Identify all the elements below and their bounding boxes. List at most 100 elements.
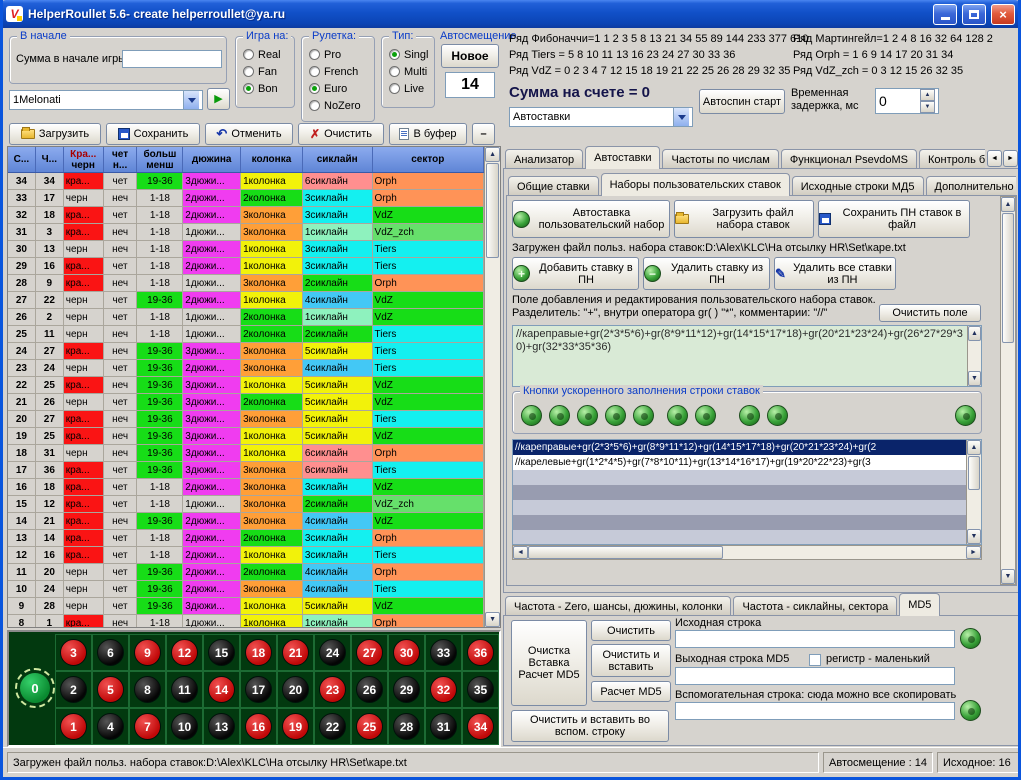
board-cell-26[interactable]: 26 <box>351 671 388 708</box>
board-cell-3[interactable]: 3 <box>55 634 92 671</box>
main-tab-1[interactable]: Анализатор <box>505 149 583 169</box>
sub-tab-3[interactable]: Исходные строки МД5 <box>792 176 924 196</box>
start-sum-input[interactable] <box>122 50 222 68</box>
autospin-start-button[interactable]: Автоспин старт <box>699 89 785 114</box>
radio-option-euro[interactable]: Euro <box>309 80 361 97</box>
table-row[interactable]: 262чернчет1-181дюжи...2колонка1сиклайнVd… <box>8 309 484 326</box>
radio-option-bon[interactable]: Bon <box>243 80 281 97</box>
board-cell-11[interactable]: 11 <box>166 671 203 708</box>
set-list-item-1[interactable]: //кареправые+gr(2*3*5*6)+gr(8*9*11*12)+g… <box>513 440 966 455</box>
table-row[interactable]: 1024чернчет19-362дюжи...3колонка4сиклайн… <box>8 581 484 598</box>
radio-option-nozero[interactable]: NoZero <box>309 97 361 114</box>
table-row[interactable]: 1512кра...чет1-181дюжи...3колонка2сиклай… <box>8 496 484 513</box>
table-row[interactable]: 81кра...неч1-181дюжи...1колонка1сиклайнO… <box>8 615 484 627</box>
main-tab-5[interactable]: Контроль банкрота <box>919 149 985 169</box>
radio-circle[interactable] <box>389 66 400 77</box>
scroll-left-button[interactable]: ◄ <box>513 546 528 559</box>
table-row[interactable]: 1314кра...чет1-182дюжи...2колонка3сиклай… <box>8 530 484 547</box>
board-cell-10[interactable]: 10 <box>166 708 203 745</box>
table-row[interactable]: 1421кра...неч19-362дюжи...3колонка4сикла… <box>8 513 484 530</box>
scrollbar-thumb[interactable] <box>1002 213 1014 343</box>
table-row[interactable]: 2126чернчет19-363дюжи...2колонка5сиклайн… <box>8 394 484 411</box>
bet-set-list[interactable]: //кареправые+gr(2*3*5*6)+gr(8*9*11*12)+g… <box>512 439 982 545</box>
quick-fill-button-3[interactable] <box>577 405 598 426</box>
scroll-down-button[interactable]: ▼ <box>968 371 981 386</box>
delete-all-bets-button[interactable]: ✎ Удалить все ставки из ПН <box>774 257 896 290</box>
board-cell-zero[interactable]: 0 <box>20 673 50 703</box>
board-cell-17[interactable]: 17 <box>240 671 277 708</box>
autobet-mode-combobox[interactable]: Автоставки <box>509 107 693 127</box>
bet-formula-text[interactable]: //кареправые+gr(2*3*5*6)+gr(8*9*11*12)+g… <box>513 326 967 386</box>
board-cell-16[interactable]: 16 <box>240 708 277 745</box>
md5-source-input[interactable] <box>675 630 955 648</box>
radio-circle[interactable] <box>309 66 320 77</box>
radio-circle[interactable] <box>243 49 254 60</box>
delay-spinner[interactable]: 0 ▲ ▼ <box>875 88 939 114</box>
scroll-up-button[interactable]: ▲ <box>1001 197 1015 212</box>
table-scrollbar[interactable]: ▲ ▼ <box>484 147 500 627</box>
board-cell-24[interactable]: 24 <box>314 634 351 671</box>
scroll-down-button[interactable]: ▼ <box>1001 569 1015 584</box>
autobet-user-set-button[interactable]: Автоставка пользовательский набор <box>512 200 670 238</box>
table-row[interactable]: 2427кра...неч19-363дюжи...3колонка5сикла… <box>8 343 484 360</box>
board-cell-7[interactable]: 7 <box>129 708 166 745</box>
quick-fill-button-5[interactable] <box>633 405 654 426</box>
load-button[interactable]: Загрузить <box>9 123 101 145</box>
board-cell-8[interactable]: 8 <box>129 671 166 708</box>
board-cell-22[interactable]: 22 <box>314 708 351 745</box>
md5-big-button[interactable]: Очистка Вставка Расчет MD5 <box>511 620 587 706</box>
radio-circle[interactable] <box>309 100 320 111</box>
to-buffer-button[interactable]: В буфер <box>389 123 467 145</box>
table-row[interactable]: 1736кра...чет19-363дюжи...3колонка6сикла… <box>8 462 484 479</box>
list-h-scrollbar[interactable]: ◄ ► <box>512 545 982 560</box>
scrollbar-thumb[interactable] <box>968 456 980 490</box>
scroll-right-button[interactable]: ► <box>966 546 981 559</box>
dropdown-arrow-icon[interactable] <box>183 91 199 109</box>
scroll-up-button[interactable]: ▲ <box>968 326 981 341</box>
radio-circle[interactable] <box>309 49 320 60</box>
dropdown-arrow-icon[interactable] <box>673 108 689 126</box>
quick-fill-button-8[interactable] <box>739 405 760 426</box>
bottom-tab-1[interactable]: Частота - Zero, шансы, дюжины, колонки <box>505 596 731 616</box>
table-row[interactable]: 1216кра...чет1-182дюжи...1колонка3сиклай… <box>8 547 484 564</box>
table-row[interactable]: 1831черннеч19-363дюжи...1колонка6сиклайн… <box>8 445 484 462</box>
tabs-scroll-left-button[interactable]: ◄ <box>987 150 1002 167</box>
main-tab-2[interactable]: Автоставки <box>585 146 660 169</box>
bottom-tab-2[interactable]: Частота - сиклайны, сектора <box>733 596 897 616</box>
autoshift-new-button[interactable]: Новое <box>441 44 499 68</box>
radio-option-multi[interactable]: Multi <box>389 63 428 80</box>
play-button[interactable]: ▶ <box>207 88 230 110</box>
board-cell-30[interactable]: 30 <box>388 634 425 671</box>
clear-button[interactable]: ✗Очистить <box>298 123 384 145</box>
panel-scrollbar[interactable]: ▲ ▼ <box>1000 196 1016 585</box>
quick-fill-button-6[interactable] <box>667 405 688 426</box>
table-row[interactable]: 1618кра...чет1-182дюжи...3колонка3сиклай… <box>8 479 484 496</box>
quick-fill-button-7[interactable] <box>695 405 716 426</box>
board-cell-32[interactable]: 32 <box>425 671 462 708</box>
table-row[interactable]: 2511черннеч1-181дюжи...2колонка2сиклайнT… <box>8 326 484 343</box>
table-row[interactable]: 2027кра...неч19-363дюжи...3колонка5сикла… <box>8 411 484 428</box>
radio-circle[interactable] <box>389 49 400 60</box>
scrollbar-thumb[interactable] <box>486 163 499 258</box>
quick-fill-button-2[interactable] <box>549 405 570 426</box>
register-checkbox[interactable] <box>809 654 821 666</box>
table-row[interactable]: 289кра...неч1-181дюжи...3колонка2сиклайн… <box>8 275 484 292</box>
board-cell-33[interactable]: 33 <box>425 634 462 671</box>
delete-bet-button[interactable]: Удалить ставку из ПН <box>643 257 770 290</box>
table-header[interactable]: С... Ч... Кра...черн четн... большменш д… <box>8 147 484 173</box>
board-cell-9[interactable]: 9 <box>129 634 166 671</box>
board-cell-19[interactable]: 19 <box>277 708 314 745</box>
undo-button[interactable]: ↶Отменить <box>205 123 293 145</box>
tabs-scroll-right-button[interactable]: ► <box>1003 150 1018 167</box>
set-list-item-2[interactable]: //карелевые+gr(1*2*4*5)+gr(7*8*10*11)+gr… <box>513 455 966 470</box>
board-cell-4[interactable]: 4 <box>92 708 129 745</box>
titlebar[interactable]: V HelperRoullet 5.6- create helperroulle… <box>0 0 1021 28</box>
radio-option-fan[interactable]: Fan <box>243 63 281 80</box>
board-cell-29[interactable]: 29 <box>388 671 425 708</box>
table-row[interactable]: 313кра...неч1-181дюжи...3колонка1сиклайн… <box>8 224 484 241</box>
scrollbar-thumb[interactable] <box>528 546 723 559</box>
table-row[interactable]: 3013черннеч1-182дюжи...1колонка3сиклайнT… <box>8 241 484 258</box>
board-cell-36[interactable]: 36 <box>462 634 499 671</box>
md5-aux-input[interactable] <box>675 702 955 720</box>
table-row[interactable]: 3434кра...чет19-363дюжи...1колонка6сикла… <box>8 173 484 190</box>
